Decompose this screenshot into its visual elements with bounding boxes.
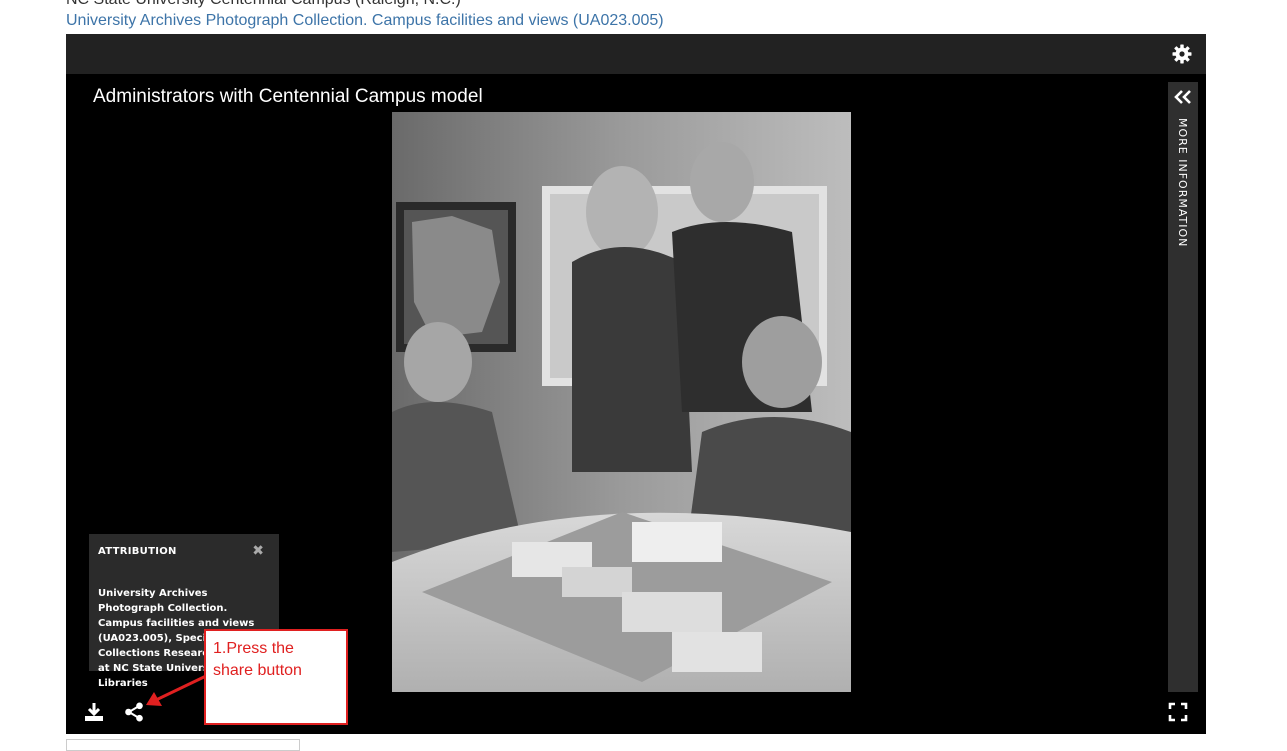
fullscreen-icon[interactable] [1168,702,1188,722]
photo-illustration [392,112,851,692]
annotation-arrow [146,674,207,706]
annotation-line-2: share button [213,662,302,679]
image-title: Administrators with Centennial Campus mo… [93,86,483,107]
archival-photo[interactable] [392,112,851,692]
lower-content-box [66,739,300,751]
close-icon[interactable]: ✖ [252,543,264,559]
viewer-toolbar [66,34,1206,74]
download-icon[interactable] [84,702,104,722]
annotation-line-1: 1.Press the [213,640,294,657]
annotation-text: 1.Press the share button [213,638,302,682]
breadcrumb-text: NC State University Centennial Campus (R… [66,0,461,9]
attribution-title: ATTRIBUTION [98,546,177,557]
double-chevron-left-icon [1174,90,1191,104]
gear-icon[interactable] [1172,44,1192,64]
more-information-panel-toggle[interactable]: MORE INFORMATION [1168,82,1198,692]
collection-link[interactable]: University Archives Photograph Collectio… [66,12,664,30]
annotation-callout: 1.Press the share button [204,629,348,725]
more-information-label: MORE INFORMATION [1176,118,1189,248]
